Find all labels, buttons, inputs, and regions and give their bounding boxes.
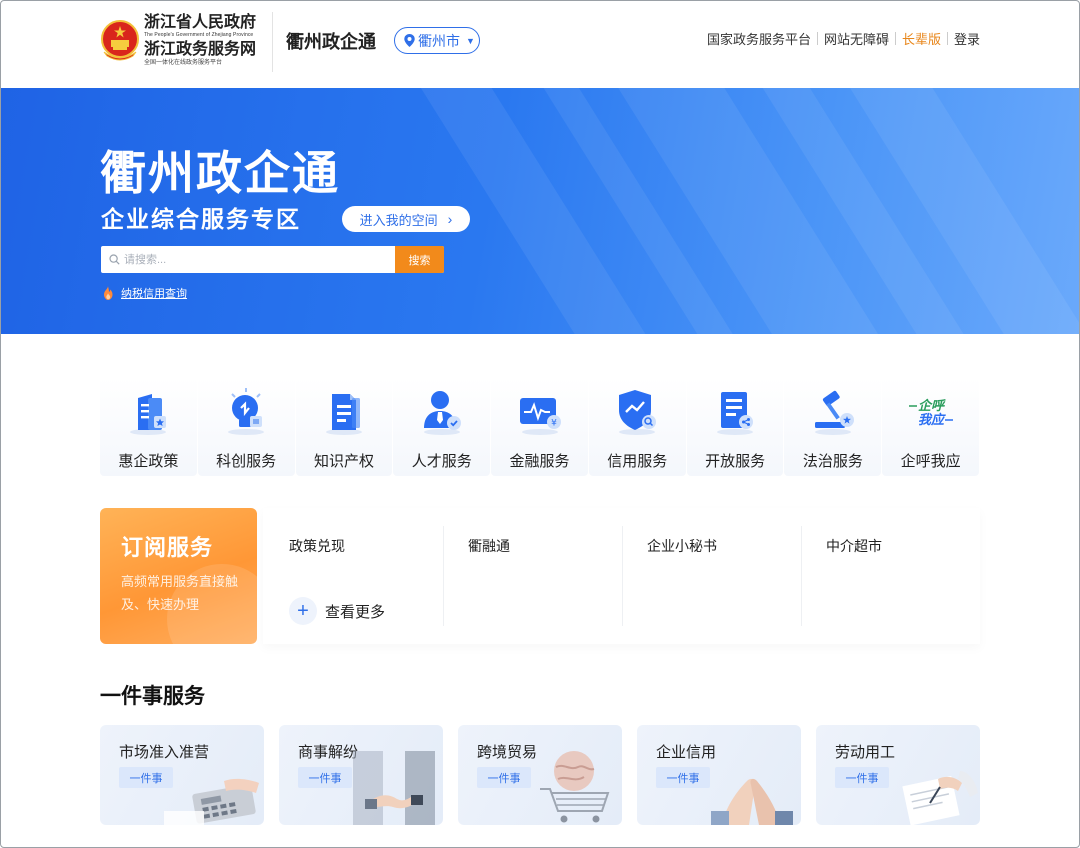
- tax-credit-link[interactable]: 纳税信用查询: [102, 285, 187, 301]
- service-innovation[interactable]: 科创服务: [197, 378, 295, 476]
- my-space-button[interactable]: 进入我的空间 ›: [342, 206, 470, 232]
- card-cross-border-trade[interactable]: 跨境贸易 一件事: [458, 725, 622, 825]
- gov-title: 浙江省人民政府: [144, 12, 257, 31]
- service-qihu-woying[interactable]: 企呼 我应 企呼我应: [882, 378, 980, 476]
- credit-icon: [619, 390, 657, 435]
- service-ip[interactable]: 知识产权: [295, 378, 393, 476]
- chevron-right-icon: ›: [447, 211, 453, 227]
- subscription-description: 高频常用服务直接触及、快速办理: [121, 574, 239, 612]
- service-label: 金融服务: [509, 453, 570, 470]
- logo-text-2: 我应: [918, 412, 946, 428]
- sub-item-policy-redeem[interactable]: 政策兑现: [289, 536, 345, 556]
- service-label: 企呼我应: [900, 453, 961, 470]
- column-divider: [622, 526, 623, 626]
- service-talent[interactable]: 人才服务: [393, 378, 491, 476]
- service-label: 惠企政策: [118, 453, 179, 470]
- subscription-list: 政策兑现 衢融通 企业小秘书 中介超市 + 查看更多: [263, 508, 980, 644]
- banner-subtitle: 企业综合服务专区: [101, 206, 301, 232]
- service-policy[interactable]: 惠企政策: [100, 378, 197, 476]
- chevron-down-icon: ▼: [466, 35, 475, 46]
- service-label: 人才服务: [411, 453, 472, 470]
- ip-icon: [325, 394, 362, 435]
- sub-item-secretary[interactable]: 企业小秘书: [647, 536, 717, 556]
- service-categories: 惠企政策 科创服务 知识产权 人才服务 ¥ 金融服务 信用服务 开放服务 法治服…: [100, 378, 980, 476]
- qihu-woying-logo: 企呼 我应: [908, 398, 953, 428]
- service-label: 法治服务: [802, 453, 863, 470]
- site-name[interactable]: 衢州政企通: [286, 28, 376, 54]
- service-label: 信用服务: [607, 453, 668, 470]
- service-label: 知识产权: [313, 453, 374, 470]
- my-space-label: 进入我的空间: [359, 212, 438, 228]
- portal-title: 浙江政务服务网: [144, 39, 257, 58]
- national-emblem-icon[interactable]: [100, 18, 140, 62]
- law-icon: [814, 390, 854, 435]
- section-title: 一件事服务: [100, 685, 205, 708]
- link-divider: [946, 32, 948, 45]
- globe-cart-illustration: [540, 751, 610, 823]
- open-icon: [717, 392, 754, 435]
- card-dispute-resolution[interactable]: 商事解纷 一件事: [279, 725, 443, 825]
- service-credit[interactable]: 信用服务: [588, 378, 686, 476]
- policy-icon: [130, 394, 167, 435]
- location-pin-icon: [404, 34, 415, 47]
- city-label: 衢州市: [418, 32, 460, 49]
- card-market-access[interactable]: 市场准入准营 一件事: [100, 725, 264, 825]
- search-icon: [109, 254, 120, 265]
- top-links: 国家政务服务平台 网站无障碍 长辈版 登录: [707, 29, 980, 48]
- plus-icon: +: [289, 597, 317, 625]
- flame-icon: [104, 286, 113, 300]
- service-label: 科创服务: [216, 453, 277, 470]
- one-thing-cards: 市场准入准营 一件事 商事解纷 一件事 跨境贸易 一件事 企业信用 一件事 劳动…: [100, 725, 980, 825]
- top-header: 浙江省人民政府 The People's Government of Zheji…: [0, 0, 1080, 88]
- service-label: 开放服务: [705, 453, 766, 470]
- finance-icon: ¥: [519, 398, 561, 435]
- city-selector[interactable]: 衢州市 ▼: [394, 27, 480, 54]
- sub-item-qurongtong[interactable]: 衢融通: [468, 536, 510, 556]
- column-divider: [801, 526, 802, 626]
- service-finance[interactable]: ¥ 金融服务: [491, 378, 588, 476]
- service-open[interactable]: 开放服务: [686, 378, 784, 476]
- hero-banner: 衢州政企通 企业综合服务专区 进入我的空间 › 搜索 纳税信用查询: [0, 88, 1080, 334]
- subscription-card[interactable]: 订阅服务 高频常用服务直接触及、快速办理: [100, 508, 257, 644]
- view-more-button[interactable]: + 查看更多: [289, 597, 385, 625]
- national-platform-link[interactable]: 国家政务服务平台: [707, 29, 811, 48]
- innovation-icon: [228, 388, 265, 435]
- tax-credit-label: 纳税信用查询: [121, 288, 187, 300]
- signing-illustration: [902, 771, 978, 825]
- banner-title: 衢州政企通: [100, 147, 340, 199]
- portal-subtitle: 全国一体化在线政务服务平台: [144, 60, 223, 66]
- accessibility-link[interactable]: 网站无障碍: [824, 29, 889, 48]
- gov-subtitle-en: The People's Government of Zhejiang Prov…: [144, 32, 254, 38]
- link-divider: [894, 32, 896, 45]
- search-input[interactable]: [124, 246, 392, 273]
- service-law[interactable]: 法治服务: [784, 378, 882, 476]
- elder-mode-link[interactable]: 长辈版: [902, 29, 941, 48]
- svg-text:¥: ¥: [551, 419, 557, 429]
- logo-text-1: 企呼: [918, 398, 946, 414]
- column-divider: [443, 526, 444, 626]
- sub-item-agency-market[interactable]: 中介超市: [826, 536, 882, 556]
- search-bar: 搜索: [101, 246, 444, 273]
- search-button[interactable]: 搜索: [395, 246, 444, 273]
- gov-brand[interactable]: 浙江省人民政府 The People's Government of Zheji…: [144, 12, 266, 67]
- card-enterprise-credit[interactable]: 企业信用 一件事: [637, 725, 801, 825]
- talent-icon: [423, 391, 461, 435]
- header-divider: [272, 12, 273, 72]
- subscription-title: 订阅服务: [121, 535, 214, 560]
- handshake-illustration: [353, 751, 435, 825]
- login-link[interactable]: 登录: [954, 29, 980, 48]
- view-more-label: 查看更多: [325, 603, 386, 621]
- card-labor-employment[interactable]: 劳动用工 一件事: [816, 725, 980, 825]
- calculator-illustration: [164, 778, 259, 825]
- hands-illustration: [711, 778, 793, 825]
- link-divider: [816, 32, 818, 45]
